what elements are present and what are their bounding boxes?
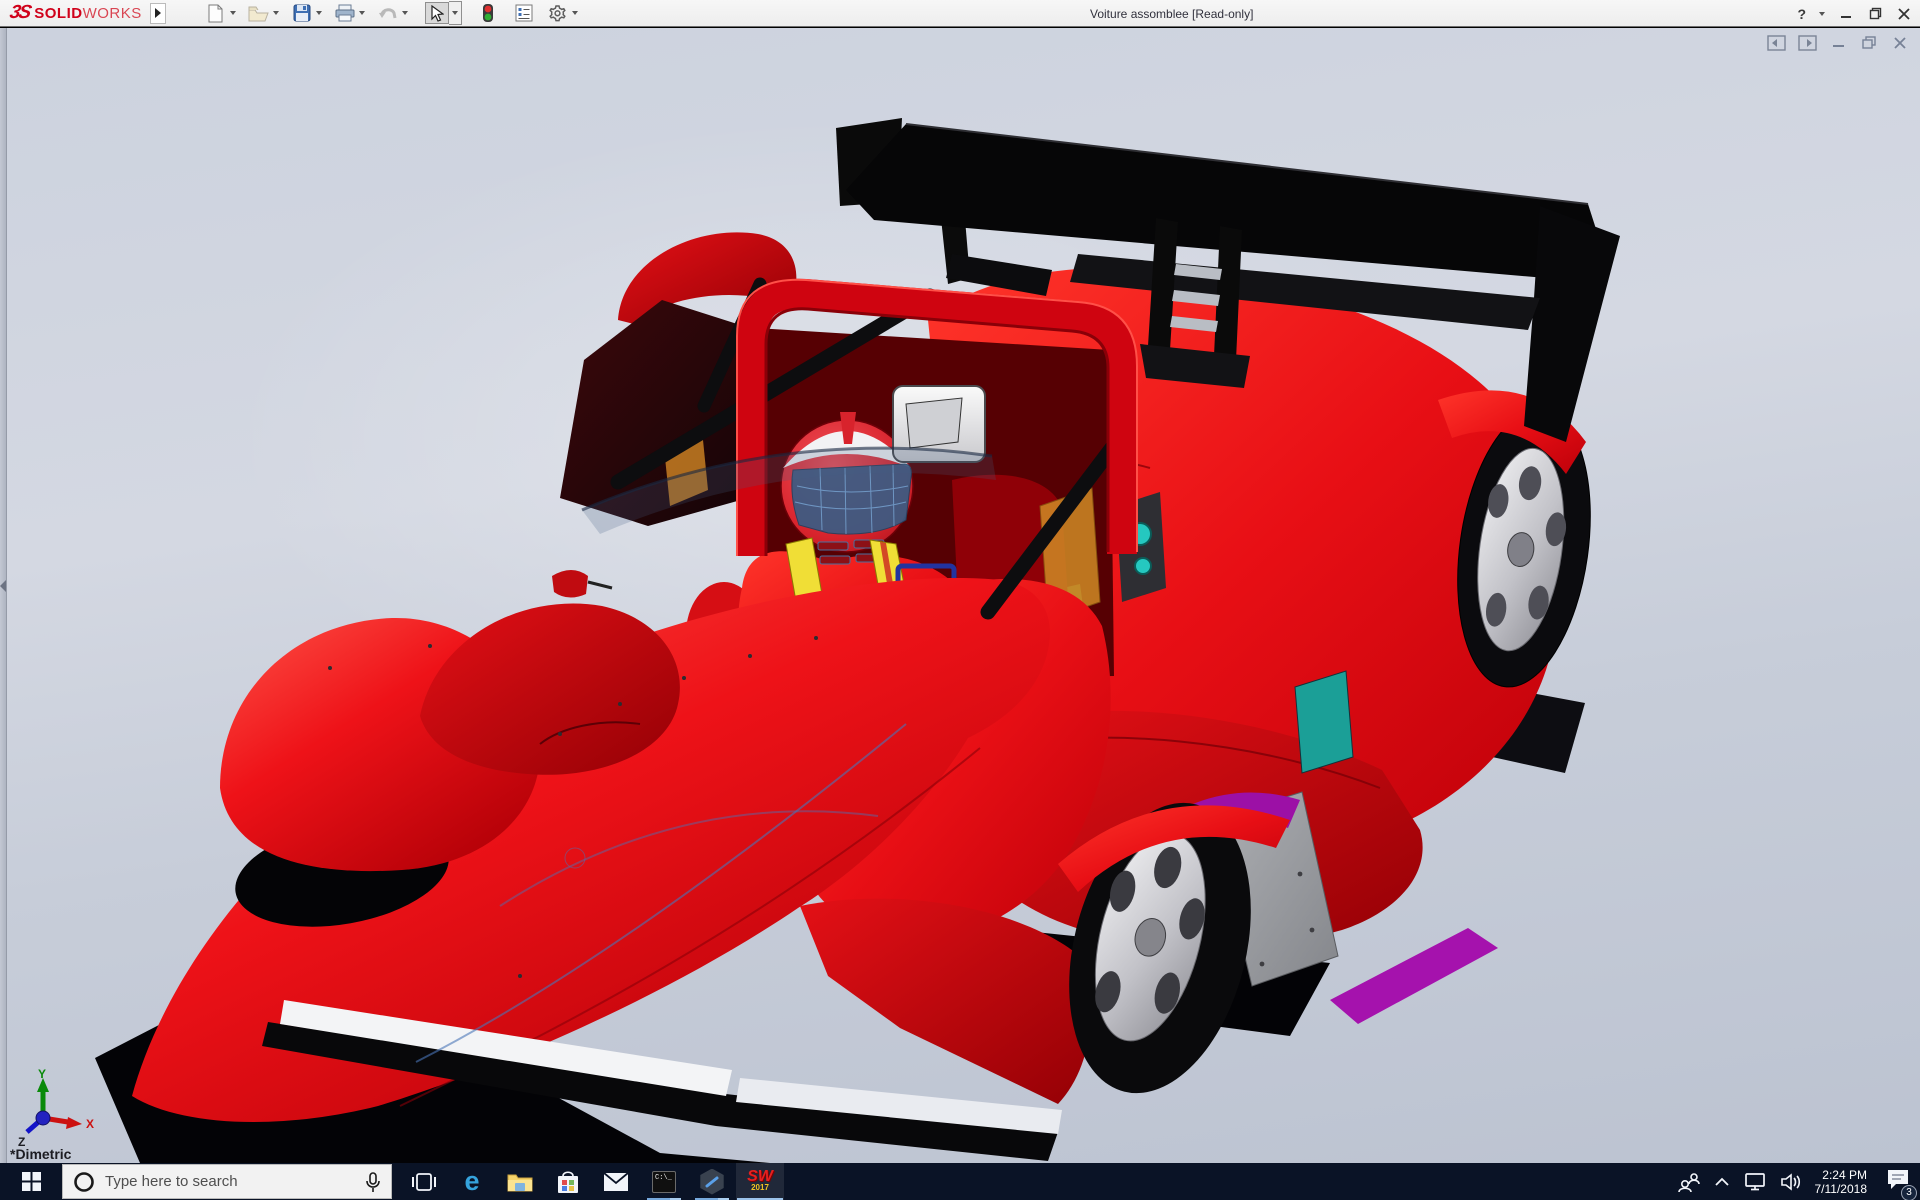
close-button[interactable]: [1896, 6, 1912, 22]
help-dropdown-caret-icon[interactable]: [1819, 12, 1825, 16]
dassault-3s-logo-icon: 3S: [8, 2, 32, 24]
system-tray: 2:24 PM 7/11/2018 3: [1677, 1163, 1920, 1200]
start-button[interactable]: [0, 1163, 62, 1200]
hexagon-app-button[interactable]: [688, 1163, 736, 1200]
document-title: Voiture assomblee [Read-only]: [1090, 7, 1253, 21]
new-document-icon: [204, 2, 228, 24]
undo-arrow-icon: [376, 2, 400, 24]
view-orientation-label: *Dimetric: [10, 1146, 71, 1162]
windows-taskbar: Type here to search e C:\_: [0, 1163, 1920, 1200]
printer-icon: [333, 2, 357, 24]
rebuild-button[interactable]: [476, 2, 500, 24]
solidworks-window: 3S SOLID WORKS: [0, 0, 1920, 1200]
microphone-icon[interactable]: [365, 1171, 381, 1193]
dropdown-caret-icon[interactable]: [273, 11, 279, 15]
open-folder-icon: [247, 2, 271, 24]
gear-icon: [546, 2, 570, 24]
network-icon[interactable]: [1743, 1172, 1767, 1191]
microsoft-store-icon: [556, 1170, 580, 1194]
file-explorer-icon: [507, 1171, 533, 1192]
window-controls: ?: [1797, 0, 1912, 27]
mail-icon: [603, 1172, 629, 1192]
speaker-icon[interactable]: [1780, 1173, 1802, 1191]
windows-logo-icon: [22, 1172, 41, 1191]
flyout-arrow-icon: [155, 8, 161, 18]
edge-icon: e: [464, 1168, 479, 1195]
brand-solid: SOLID: [34, 5, 82, 22]
save-button[interactable]: [290, 2, 329, 24]
new-document-button[interactable]: [204, 2, 243, 24]
undo-button[interactable]: [376, 2, 415, 24]
file-properties-icon: [512, 2, 536, 24]
search-placeholder: Type here to search: [105, 1173, 355, 1190]
graphics-area[interactable]: Y X Z *Dimetric: [0, 28, 1920, 1163]
dropdown-caret-icon[interactable]: [572, 11, 578, 15]
solidworks-logo: 3S SOLID WORKS: [10, 2, 142, 24]
dropdown-caret-icon: [452, 11, 458, 15]
rebuild-stoplight-icon: [476, 2, 500, 24]
triad-x-label: X: [86, 1117, 94, 1131]
edge-button[interactable]: e: [448, 1163, 496, 1200]
cursor-arrow-icon: [430, 5, 444, 22]
print-button[interactable]: [333, 2, 372, 24]
taskbar-apps: e C:\_ SW 2017: [400, 1163, 784, 1200]
options-button[interactable]: [546, 2, 585, 24]
taskbar-search-input[interactable]: Type here to search: [62, 1164, 392, 1199]
quick-access-toolbar: [204, 1, 589, 25]
dropdown-caret-icon[interactable]: [316, 11, 322, 15]
solidworks-taskbar-button[interactable]: SW 2017: [736, 1163, 784, 1200]
notification-badge: 3: [1901, 1185, 1917, 1200]
taskbar-empty-space: [784, 1163, 1677, 1200]
file-explorer-button[interactable]: [496, 1163, 544, 1200]
menu-flyout-button[interactable]: [150, 3, 166, 24]
minimize-button[interactable]: [1838, 6, 1854, 22]
task-view-button[interactable]: [400, 1163, 448, 1200]
taskbar-clock[interactable]: 2:24 PM 7/11/2018: [1815, 1168, 1868, 1196]
people-icon[interactable]: [1677, 1172, 1701, 1192]
solidworks-icon: SW 2017: [747, 1170, 773, 1194]
hexagon-app-icon: [699, 1169, 725, 1195]
left-fender-rear: [420, 604, 680, 775]
microsoft-store-button[interactable]: [544, 1163, 592, 1200]
open-button[interactable]: [247, 2, 286, 24]
save-floppy-icon: [290, 2, 314, 24]
cortana-icon: [73, 1171, 95, 1193]
orientation-triad: Y X Z: [14, 1066, 104, 1150]
command-prompt-button[interactable]: C:\_: [640, 1163, 688, 1200]
race-car-model[interactable]: [0, 28, 1920, 1163]
brand-works: WORKS: [83, 5, 142, 22]
file-properties-button[interactable]: [512, 2, 536, 24]
titlebar: 3S SOLID WORKS: [0, 0, 1920, 27]
hidden-icons-chevron-icon[interactable]: [1714, 1177, 1730, 1187]
action-center-button[interactable]: 3: [1886, 1168, 1910, 1196]
clock-time: 2:24 PM: [1815, 1168, 1868, 1182]
dropdown-caret-icon[interactable]: [359, 11, 365, 15]
dropdown-caret-icon[interactable]: [230, 11, 236, 15]
task-view-icon: [412, 1171, 436, 1193]
select-tool-button[interactable]: [425, 2, 449, 24]
side-mirror: [552, 570, 612, 598]
mail-button[interactable]: [592, 1163, 640, 1200]
help-button[interactable]: ?: [1797, 6, 1806, 22]
select-tool-dropdown[interactable]: [449, 1, 462, 25]
triad-y-label: Y: [38, 1067, 46, 1081]
restore-button[interactable]: [1867, 6, 1883, 22]
command-prompt-icon: C:\_: [652, 1171, 676, 1193]
clock-date: 7/11/2018: [1815, 1182, 1868, 1196]
dropdown-caret-icon[interactable]: [402, 11, 408, 15]
